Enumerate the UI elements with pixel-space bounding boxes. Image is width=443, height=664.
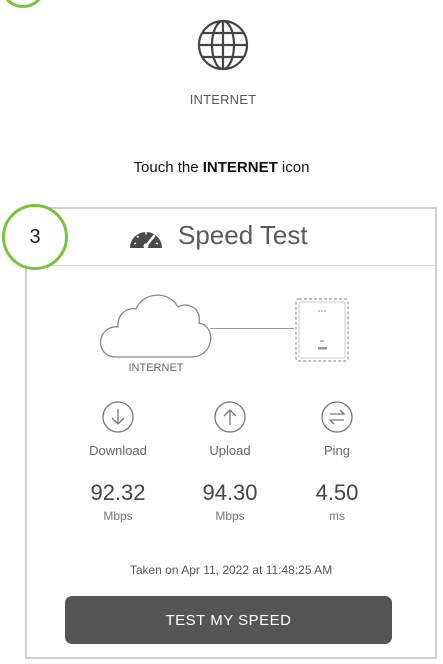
upload-label: Upload [209,443,251,458]
download-label: Download [89,443,147,458]
arrow-down-circle-icon [102,401,134,433]
ping-label: Ping [323,443,351,458]
upload-value: 94.30 [202,480,258,505]
step-badge-previous [0,0,46,8]
connection-line [210,328,294,329]
router-icon [295,298,349,362]
ping-value: 4.50 [315,480,359,505]
test-timestamp: Taken on Apr 11, 2022 at 11:48:25 AM [129,563,333,577]
internet-label: INTERNET [189,92,257,107]
download-unit: Mbps [103,509,133,523]
ping-unit: ms [329,509,345,523]
cloud-icon [99,294,212,358]
test-button-label: TEST MY SPEED [165,611,292,629]
download-value: 92.32 [90,480,146,505]
globe-icon[interactable] [196,18,250,72]
upload-unit: Mbps [215,509,245,523]
header-divider [27,265,435,266]
cloud-internet-label: INTERNET [128,362,184,374]
step-badge: 3 [2,204,68,270]
card-title: Speed Test [178,220,308,250]
speedometer-icon [130,232,162,249]
step-number: 3 [29,225,41,248]
ping-arrows-circle-icon [321,401,353,433]
test-my-speed-button[interactable]: TEST MY SPEED [65,596,392,644]
instruction-text: Touch the INTERNET icon [133,159,310,176]
arrow-up-circle-icon [214,401,246,433]
